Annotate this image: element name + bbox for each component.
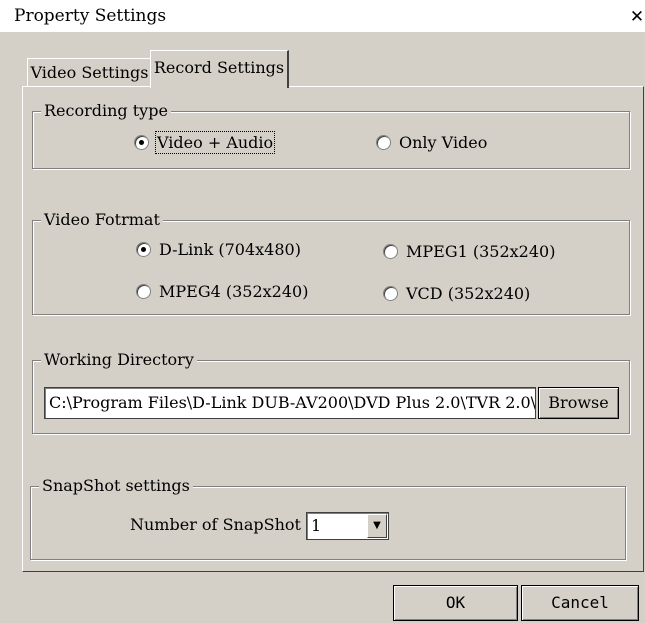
radio-checked-icon <box>134 135 149 150</box>
window-title: Property Settings <box>14 6 167 26</box>
title-bar: Property Settings ✕ <box>0 0 645 32</box>
video-format-group: Video Fotrmat <box>32 210 630 315</box>
radio-unchecked-icon <box>383 244 398 259</box>
snapshot-count-select[interactable]: 1 ▼ <box>306 512 389 540</box>
cancel-button[interactable]: Cancel <box>521 585 639 621</box>
radio-mpeg1-352x240[interactable]: MPEG1 (352x240) <box>383 242 555 261</box>
radio-dlink-704x480[interactable]: D-Link (704x480) <box>136 240 301 259</box>
recording-type-group: Recording type <box>32 101 630 169</box>
snapshot-settings-legend: SnapShot settings <box>39 476 193 495</box>
radio-unchecked-icon <box>376 135 391 150</box>
radio-label-dlink: D-Link (704x480) <box>159 240 301 259</box>
radio-unchecked-icon <box>136 284 151 299</box>
working-directory-legend: Working Directory <box>41 350 197 369</box>
radio-label-video-audio: Video + Audio <box>154 131 276 154</box>
chevron-down-icon[interactable]: ▼ <box>367 514 387 538</box>
property-settings-dialog: Property Settings ✕ Video Settings Recor… <box>0 0 645 623</box>
radio-only-video[interactable]: Only Video <box>376 133 487 152</box>
radio-video-audio[interactable]: Video + Audio <box>134 131 276 154</box>
recording-type-legend: Recording type <box>41 101 171 120</box>
ok-button[interactable]: OK <box>393 585 518 621</box>
radio-label-vcd: VCD (352x240) <box>406 284 531 303</box>
working-directory-field[interactable]: C:\Program Files\D-Link DUB-AV200\DVD Pl… <box>44 387 536 419</box>
radio-unchecked-icon <box>383 286 398 301</box>
tab-record-settings[interactable]: Record Settings <box>150 50 289 88</box>
radio-label-only-video: Only Video <box>399 133 488 152</box>
snapshot-count-label: Number of SnapShot : <box>130 515 312 534</box>
video-format-legend: Video Fotrmat <box>41 210 163 229</box>
radio-checked-icon <box>136 242 151 257</box>
tab-video-settings[interactable]: Video Settings <box>27 58 152 86</box>
radio-mpeg4-352x240[interactable]: MPEG4 (352x240) <box>136 282 308 301</box>
radio-label-mpeg4: MPEG4 (352x240) <box>159 282 309 301</box>
browse-button[interactable]: Browse <box>538 387 619 419</box>
radio-label-mpeg1: MPEG1 (352x240) <box>406 242 556 261</box>
radio-vcd-352x240[interactable]: VCD (352x240) <box>383 284 530 303</box>
snapshot-count-value: 1 <box>311 516 322 535</box>
close-icon[interactable]: ✕ <box>629 8 645 26</box>
